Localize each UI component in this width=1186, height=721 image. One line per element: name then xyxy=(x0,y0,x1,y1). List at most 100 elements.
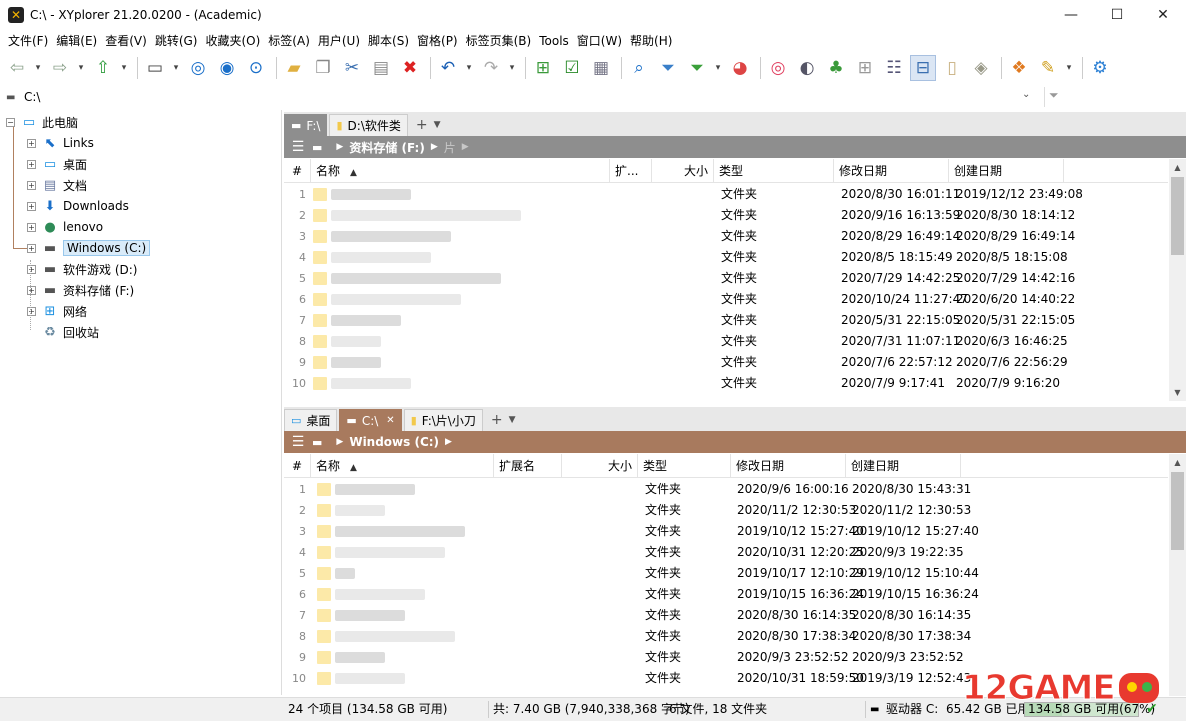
chevron-down-icon[interactable]: ▾ xyxy=(1064,55,1074,81)
table-row[interactable]: 9 文件夹 2020/9/3 23:52:52 2020/9/3 23:52:52 xyxy=(284,647,1168,668)
expand-icon[interactable]: + xyxy=(27,285,36,295)
table-row[interactable]: 4 文件夹 2020/8/5 18:15:49 2020/8/5 18:15:08 xyxy=(284,247,1168,268)
chevron-down-icon[interactable]: ▼ xyxy=(509,409,516,431)
chevron-down-icon[interactable]: ▾ xyxy=(171,55,181,81)
menu-item[interactable]: 编辑(E) xyxy=(52,30,101,52)
new-folder-icon[interactable]: ▰ xyxy=(281,55,307,81)
undo-icon[interactable]: ↶ xyxy=(435,55,461,81)
column-num[interactable]: # xyxy=(284,454,311,478)
tree-item[interactable]: + ⬉ Links xyxy=(27,133,94,153)
chevron-right-icon[interactable]: ▶ xyxy=(445,437,452,447)
tree-green-icon[interactable]: ♣ xyxy=(823,55,849,81)
column-created[interactable]: 创建日期 xyxy=(949,159,1064,183)
menu-item[interactable]: 文件(F) xyxy=(4,30,52,52)
column-num[interactable]: # xyxy=(284,159,311,183)
details-icon[interactable]: ☷ xyxy=(881,55,907,81)
table-row[interactable]: 7 文件夹 2020/8/30 16:14:35 2020/8/30 16:14:35 xyxy=(284,605,1168,626)
chevron-down-icon[interactable]: ▾ xyxy=(33,55,43,81)
filter-icon[interactable]: ⏷ xyxy=(655,55,681,81)
chevron-down-icon[interactable]: ▾ xyxy=(507,55,517,81)
tree-item[interactable]: + ▭ 桌面 xyxy=(27,154,87,174)
table-row[interactable]: 8 文件夹 2020/8/30 17:38:34 2020/8/30 17:38:34 xyxy=(284,626,1168,647)
tree-item[interactable]: + ▬ 软件游戏 (D:) xyxy=(27,259,137,279)
table-row[interactable]: 8 文件夹 2020/7/31 11:07:11 2020/6/3 16:46:25 xyxy=(284,331,1168,352)
table-row[interactable]: 6 文件夹 2019/10/15 16:36:24 2019/10/15 16:36:… xyxy=(284,584,1168,605)
column-size[interactable]: 大小 xyxy=(652,159,714,183)
menu-item[interactable]: 跳转(G) xyxy=(151,30,202,52)
add-tab-button[interactable]: + xyxy=(485,409,509,431)
menu-item[interactable]: 窗格(P) xyxy=(413,30,462,52)
column-modified[interactable]: 修改日期 xyxy=(731,454,846,478)
collapse-icon[interactable]: − xyxy=(6,117,15,127)
table-row[interactable]: 6 文件夹 2020/10/24 11:27:47 2020/6/20 14:40:2… xyxy=(284,289,1168,310)
copy-icon[interactable]: ❐ xyxy=(310,55,336,81)
menu-icon[interactable]: ☰ xyxy=(284,139,312,155)
chevron-right-icon[interactable]: ▶ xyxy=(336,142,343,152)
forward-icon[interactable]: ⇨ xyxy=(47,55,73,81)
tree-item[interactable]: + ▬ Windows (C:) xyxy=(27,238,151,258)
tree-item[interactable]: + ▤ 文档 xyxy=(27,175,87,195)
table-row[interactable]: 7 文件夹 2020/5/31 22:15:05 2020/5/31 22:15:05 xyxy=(284,310,1168,331)
menu-item[interactable]: 标签(A) xyxy=(264,30,314,52)
menu-item[interactable]: Tools xyxy=(535,30,573,52)
close-button[interactable]: ✕ xyxy=(1140,0,1186,30)
menu-item[interactable]: 用户(U) xyxy=(314,30,364,52)
table-row[interactable]: 1 文件夹 2020/8/30 16:01:11 2019/12/12 23:49:0… xyxy=(284,184,1168,205)
expand-icon[interactable]: + xyxy=(27,243,36,253)
table-row[interactable]: 9 文件夹 2020/7/6 22:57:12 2020/7/6 22:56:29 xyxy=(284,352,1168,373)
tab-desktop[interactable]: ▭ 桌面 xyxy=(284,409,338,431)
maximize-button[interactable]: ☐ xyxy=(1094,0,1140,30)
find-icon[interactable]: ◉ xyxy=(214,55,240,81)
moon-icon[interactable]: ◐ xyxy=(794,55,820,81)
menu-item[interactable]: 帮助(H) xyxy=(626,30,676,52)
table-row[interactable]: 2 文件夹 2020/9/16 16:13:59 2020/8/30 18:14:12 xyxy=(284,205,1168,226)
spiral-icon[interactable]: ◎ xyxy=(765,55,791,81)
tree-item[interactable]: + ⊞ 网络 xyxy=(27,301,87,321)
brush-icon[interactable]: ✎ xyxy=(1035,55,1061,81)
dual-pane-icon[interactable]: ⊟ xyxy=(910,55,936,81)
calculator-icon[interactable]: ▦ xyxy=(588,55,614,81)
expand-icon[interactable]: + xyxy=(27,264,36,274)
tree-item[interactable]: + ● lenovo xyxy=(27,217,103,237)
column-size[interactable]: 大小 xyxy=(562,454,638,478)
breadcrumb-item[interactable]: 片 xyxy=(444,139,456,156)
scrollbar[interactable]: ▲ ▼ xyxy=(1169,159,1186,401)
breadcrumb-item[interactable]: 资料存储 (F:) xyxy=(349,139,425,156)
scroll-up-icon[interactable]: ▲ xyxy=(1169,159,1186,176)
expand-icon[interactable]: + xyxy=(27,222,36,232)
expand-icon[interactable]: + xyxy=(27,201,36,211)
column-type[interactable]: 类型 xyxy=(714,159,834,183)
scroll-down-icon[interactable]: ▼ xyxy=(1169,384,1186,401)
table-row[interactable]: 5 文件夹 2020/7/29 14:42:25 2020/7/29 14:42:16 xyxy=(284,268,1168,289)
expand-icon[interactable]: + xyxy=(27,159,36,169)
chevron-down-icon[interactable]: ▾ xyxy=(119,55,129,81)
settings-icon[interactable]: ⚙ xyxy=(1087,55,1113,81)
table-row[interactable]: 5 文件夹 2019/10/17 12:10:29 2019/10/12 15:10:… xyxy=(284,563,1168,584)
cut-icon[interactable]: ✂ xyxy=(339,55,365,81)
chevron-down-icon[interactable]: ▾ xyxy=(76,55,86,81)
column-name[interactable]: 名称 ▲ xyxy=(311,159,610,183)
tab-c-drive[interactable]: ▬ C:\ ✕ xyxy=(339,409,402,431)
color-icon[interactable]: ◕ xyxy=(727,55,753,81)
chevron-right-icon[interactable]: ▶ xyxy=(336,437,343,447)
tree-item[interactable]: + ⬇ Downloads xyxy=(27,196,129,216)
menu-item[interactable]: 收藏夹(O) xyxy=(201,30,264,52)
table-row[interactable]: 4 文件夹 2020/10/31 12:20:25 2020/9/3 19:22:35 xyxy=(284,542,1168,563)
computer-icon[interactable]: ▭ xyxy=(142,55,168,81)
menu-item[interactable]: 窗口(W) xyxy=(573,30,626,52)
close-icon[interactable]: ✕ xyxy=(386,415,394,426)
filter-green-icon[interactable]: ⏷ xyxy=(684,55,710,81)
address-input[interactable] xyxy=(24,88,1034,106)
preview-icon[interactable]: ▯ xyxy=(939,55,965,81)
chevron-down-icon[interactable]: ▾ xyxy=(713,55,723,81)
tab-d-software[interactable]: ▮ D:\软件类 xyxy=(329,114,408,136)
menu-item[interactable]: 脚本(S) xyxy=(364,30,413,52)
colors-icon[interactable]: ❖ xyxy=(1006,55,1032,81)
table-row[interactable]: 10 文件夹 2020/7/9 9:17:41 2020/7/9 9:16:20 xyxy=(284,373,1168,394)
table-row[interactable]: 3 文件夹 2020/8/29 16:49:14 2020/8/29 16:49:14 xyxy=(284,226,1168,247)
tag-icon[interactable]: ◈ xyxy=(968,55,994,81)
tree-item-this-pc[interactable]: − ▭ 此电脑 xyxy=(6,112,78,132)
scroll-thumb[interactable] xyxy=(1171,472,1184,550)
scroll-up-icon[interactable]: ▲ xyxy=(1169,454,1186,471)
expand-icon[interactable]: + xyxy=(27,180,36,190)
